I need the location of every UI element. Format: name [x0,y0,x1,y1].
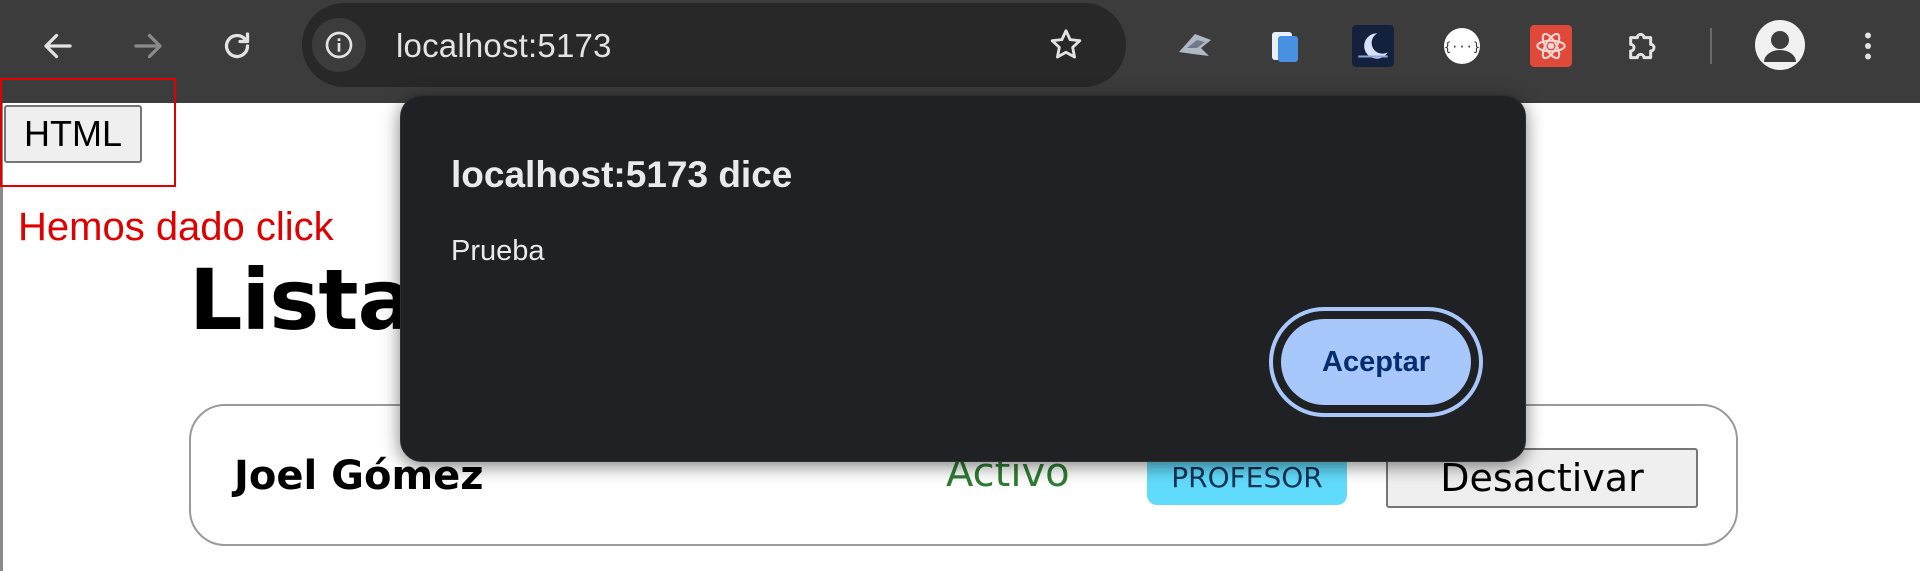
arrow-left-icon [44,33,72,59]
toolbar-separator [1710,28,1712,64]
info-icon [325,31,353,59]
arrow-right-icon [134,33,162,59]
moon-extension-icon [1352,25,1394,67]
html-button[interactable]: HTML [4,105,142,163]
reload-button[interactable] [211,20,263,72]
document-extension-icon [1272,32,1298,62]
bookmark-button[interactable] [1042,21,1090,69]
react-devtools-icon [1530,25,1572,67]
address-bar[interactable]: localhost:5173 [302,3,1126,87]
extension-2[interactable] [1262,24,1306,68]
puzzle-icon [1629,32,1656,60]
person-icon [1764,31,1796,62]
json-extension-icon: {···} [1444,28,1480,64]
dialog-message: Prueba [451,235,545,267]
extension-4[interactable]: {···} [1440,24,1484,68]
alert-dialog: localhost:5173 dice Prueba Aceptar [400,95,1526,462]
site-info-button[interactable] [312,18,366,72]
kebab-menu-icon [1865,32,1871,60]
dialog-title: localhost:5173 dice [451,154,793,195]
bird-extension-icon [1179,34,1211,56]
browser-menu-button[interactable] [1842,20,1894,72]
extension-5[interactable] [1529,24,1573,68]
profile-button[interactable] [1755,20,1805,70]
extension-3[interactable] [1351,24,1395,68]
svg-text:{···}: {···} [1444,40,1480,54]
click-message: Hemos dado click [18,205,334,249]
dialog-ok-focus-ring: Aceptar [1269,307,1483,417]
back-button[interactable] [32,20,84,72]
forward-button[interactable] [122,20,174,72]
extensions-menu-button[interactable] [1622,24,1666,68]
url-text[interactable]: localhost:5173 [396,27,612,65]
browser-toolbar: localhost:5173 {···} [0,0,1920,103]
reload-icon [224,32,250,59]
accept-button[interactable]: Aceptar [1281,319,1471,405]
star-icon [1050,29,1082,59]
extension-1[interactable] [1173,24,1217,68]
